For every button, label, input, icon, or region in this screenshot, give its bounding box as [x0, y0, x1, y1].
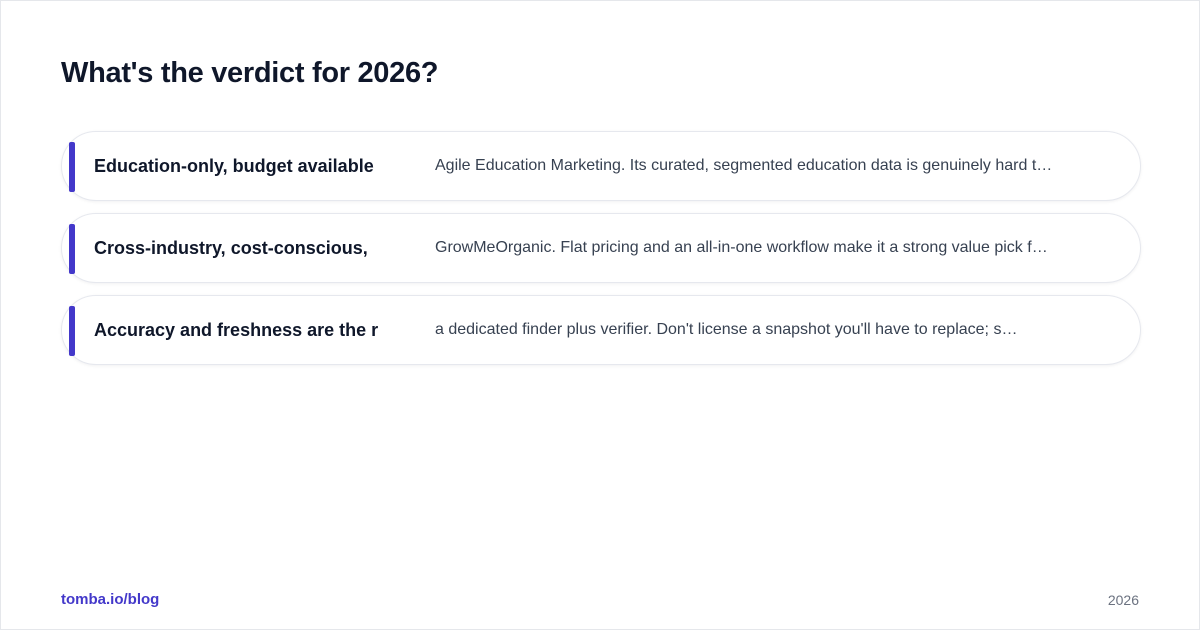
row-accent-bar [69, 306, 75, 356]
verdict-card: What's the verdict for 2026? Education-o… [0, 0, 1200, 630]
verdict-row-cross-industry: Cross-industry, cost-conscious, GrowMeOr… [61, 213, 1141, 283]
verdict-row-accuracy: Accuracy and freshness are the r a dedic… [61, 295, 1141, 365]
row-label: Education-only, budget available [94, 155, 374, 176]
verdict-row-education: Education-only, budget available Agile E… [61, 131, 1141, 201]
row-accent-bar [69, 142, 75, 192]
blog-link[interactable]: tomba.io/blog [61, 591, 159, 608]
row-label: Cross-industry, cost-conscious, [94, 237, 368, 258]
row-description: Agile Education Marketing. Its curated, … [435, 157, 1053, 174]
row-description: GrowMeOrganic. Flat pricing and an all-i… [435, 239, 1048, 256]
row-label: Accuracy and freshness are the r [94, 319, 379, 340]
page-title: What's the verdict for 2026? [61, 57, 439, 89]
row-description: a dedicated finder plus verifier. Don't … [435, 321, 1018, 338]
footer-year: 2026 [1107, 592, 1139, 608]
verdict-list: Education-only, budget available Agile E… [61, 131, 1141, 377]
row-accent-bar [69, 224, 75, 274]
